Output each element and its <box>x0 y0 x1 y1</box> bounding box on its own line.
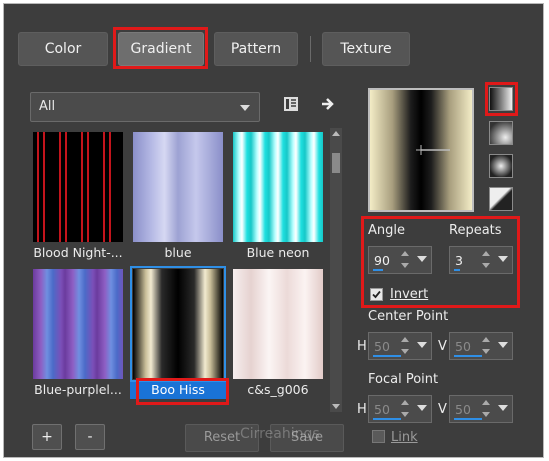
gradient-swatch <box>130 266 226 382</box>
spin-down-icon[interactable] <box>401 412 409 417</box>
tab-texture[interactable]: Texture <box>322 32 410 66</box>
spin-down-icon[interactable] <box>482 412 490 417</box>
scroll-up-icon[interactable] <box>332 131 340 136</box>
spin-down-icon[interactable] <box>401 349 409 354</box>
gradient-label: blue <box>164 245 192 260</box>
spin-up-icon[interactable] <box>482 251 490 256</box>
focal-v-label: V <box>438 402 447 417</box>
grid-scrollbar[interactable] <box>330 128 342 412</box>
category-dropdown[interactable]: All <box>30 92 260 122</box>
scroll-thumb[interactable] <box>332 153 340 173</box>
invert-checkbox[interactable] <box>370 288 383 301</box>
spin-up-icon[interactable] <box>401 400 409 405</box>
gradient-grid: Blood Night-... blue Blue neon Blue-purp… <box>30 128 330 412</box>
spin-down-icon[interactable] <box>482 349 490 354</box>
library-icon[interactable] <box>281 94 301 114</box>
center-v-label: V <box>438 339 447 354</box>
category-dropdown-value: All <box>39 99 56 114</box>
focal-v-value: 50 <box>455 402 471 417</box>
gradient-item[interactable]: Blue-purplel... <box>30 265 126 399</box>
gradient-swatch <box>33 269 123 379</box>
center-v-value: 50 <box>455 339 471 354</box>
gradient-label: Blue-purplel... <box>34 382 122 397</box>
sunburst-style-button[interactable] <box>489 154 513 178</box>
watermark: Cirreahings <box>240 426 320 442</box>
angle-level-bar <box>373 269 383 271</box>
tab-color[interactable]: Color <box>18 32 108 66</box>
gradient-label: Blue neon <box>246 245 310 260</box>
gradient-item[interactable]: c&s_g006 <box>230 265 326 399</box>
center-h-label: H <box>357 339 367 354</box>
invert-label[interactable]: Invert <box>390 287 428 302</box>
gradient-label: Blood Night-... <box>33 245 123 260</box>
center-v-level-bar <box>454 355 482 357</box>
chevron-down-icon[interactable] <box>417 405 427 411</box>
chevron-down-icon[interactable] <box>498 342 508 348</box>
gradient-item[interactable]: Blue neon <box>230 128 326 262</box>
center-crosshair-icon <box>416 145 450 155</box>
gradient-swatch <box>233 132 323 242</box>
center-v-spinner[interactable]: 50 <box>449 332 513 360</box>
spin-up-icon[interactable] <box>401 337 409 342</box>
repeats-spinner[interactable]: 3 <box>449 246 513 274</box>
spin-down-icon[interactable] <box>401 263 409 268</box>
center-h-value: 50 <box>374 339 390 354</box>
focal-v-level-bar <box>454 418 482 420</box>
center-h-spinner[interactable]: 50 <box>368 332 432 360</box>
spin-up-icon[interactable] <box>401 251 409 256</box>
linear-style-button[interactable] <box>489 87 513 111</box>
remove-gradient-button[interactable]: - <box>75 424 105 450</box>
tab-separator <box>310 36 311 62</box>
link-checkbox[interactable] <box>372 430 385 443</box>
angle-spinner[interactable]: 90 <box>368 246 432 274</box>
gradient-item-selected[interactable]: Boo Hiss <box>130 265 226 399</box>
gradient-preview[interactable] <box>368 88 474 212</box>
gradient-label: c&s_g006 <box>247 382 309 397</box>
arrow-right-icon[interactable] <box>318 94 338 114</box>
focal-v-spinner[interactable]: 50 <box>449 395 513 423</box>
chevron-down-icon[interactable] <box>417 342 427 348</box>
focal-h-label: H <box>357 402 367 417</box>
spin-down-icon[interactable] <box>482 263 490 268</box>
checkmark-icon <box>372 290 381 299</box>
repeats-level-bar <box>454 269 460 271</box>
focal-h-level-bar <box>373 418 401 420</box>
focal-h-spinner[interactable]: 50 <box>368 395 432 423</box>
center-h-level-bar <box>373 355 401 357</box>
gradient-label: Boo Hiss <box>130 382 226 399</box>
tab-pattern[interactable]: Pattern <box>214 32 298 66</box>
gradient-swatch <box>233 269 323 379</box>
spin-up-icon[interactable] <box>482 400 490 405</box>
radial-style-button[interactable] <box>489 187 513 211</box>
rectangular-style-button[interactable] <box>489 121 513 145</box>
chevron-down-icon[interactable] <box>498 256 508 262</box>
gradient-item[interactable]: Blood Night-... <box>30 128 126 262</box>
add-gradient-button[interactable]: + <box>32 424 62 450</box>
spin-up-icon[interactable] <box>482 337 490 342</box>
gradient-swatch <box>33 132 123 242</box>
gradient-swatch <box>133 132 223 242</box>
repeats-label: Repeats <box>449 223 502 238</box>
chevron-down-icon[interactable] <box>498 405 508 411</box>
chevron-down-icon[interactable] <box>417 256 427 262</box>
link-label[interactable]: Link <box>391 430 418 445</box>
gradient-item[interactable]: blue <box>130 128 226 262</box>
angle-label: Angle <box>368 223 405 238</box>
scroll-down-icon[interactable] <box>332 404 340 409</box>
chevron-down-icon <box>240 105 250 111</box>
repeats-value: 3 <box>455 253 463 268</box>
angle-value: 90 <box>374 253 390 268</box>
focal-point-label: Focal Point <box>368 372 439 387</box>
tab-gradient[interactable]: Gradient <box>118 32 204 66</box>
focal-h-value: 50 <box>374 402 390 417</box>
center-point-label: Center Point <box>368 309 449 324</box>
